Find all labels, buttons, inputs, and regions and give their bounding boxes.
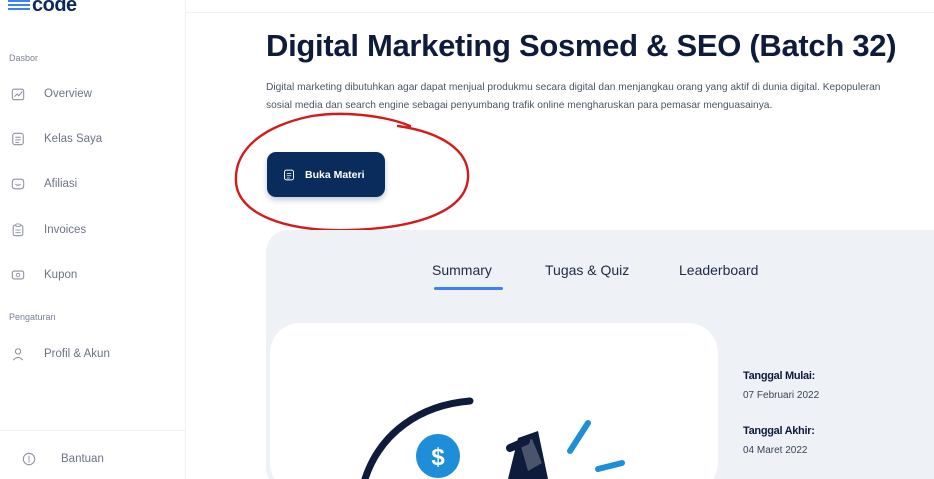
section-label-pengaturan: Pengaturan: [9, 312, 56, 322]
sidebar-item-label: Kelas Saya: [44, 133, 103, 145]
sidebar-item-kupon[interactable]: Kupon: [0, 260, 185, 290]
app-logo[interactable]: code: [8, 0, 77, 17]
header-divider: [186, 12, 934, 13]
end-date-label: Tanggal Akhir:: [743, 425, 815, 437]
button-label: Buka Materi: [305, 168, 365, 181]
sidebar-item-afiliasi[interactable]: Afiliasi: [0, 169, 185, 199]
marketing-megaphone-illustration: $: [361, 397, 625, 479]
end-date-value: 04 Maret 2022: [743, 445, 808, 456]
start-date-label: Tanggal Mulai:: [743, 370, 815, 382]
sidebar-divider: [0, 430, 185, 431]
sidebar-item-invoices[interactable]: Invoices: [0, 215, 185, 245]
section-label-dasbor: Dasbor: [9, 53, 39, 63]
sidebar-item-kelas-saya[interactable]: Kelas Saya: [0, 124, 185, 154]
sidebar-item-label: Invoices: [44, 224, 87, 236]
sidebar-item-profil-akun[interactable]: Profil & Akun: [0, 339, 185, 369]
user-icon: [12, 348, 24, 361]
course-description: Digital marketing dibutuhkan agar dapat …: [266, 82, 881, 111]
clipboard-icon: [12, 223, 24, 237]
sidebar-item-label: Afiliasi: [44, 178, 78, 190]
sidebar-item-label: Kupon: [44, 269, 78, 281]
summary-card: $: [270, 323, 718, 479]
sidebar-item-label: Bantuan: [61, 453, 104, 465]
coupon-icon: [11, 270, 25, 280]
help-icon: [22, 452, 36, 466]
affiliate-icon: [11, 178, 25, 190]
buka-materi-button[interactable]: Buka Materi: [267, 152, 385, 197]
sidebar-item-label: Profil & Akun: [44, 348, 110, 360]
tab-summary[interactable]: Summary: [432, 262, 492, 278]
sidebar-item-label: Overview: [44, 88, 92, 100]
document-icon: [12, 132, 24, 146]
page-title: Digital Marketing Sosmed & SEO (Batch 32…: [266, 28, 897, 63]
sidebar-item-bantuan[interactable]: Bantuan: [0, 444, 185, 474]
active-tab-indicator: [434, 287, 503, 290]
tab-tugas-quiz[interactable]: Tugas & Quiz: [545, 262, 629, 278]
tab-leaderboard[interactable]: Leaderboard: [679, 262, 758, 278]
chart-icon: [11, 88, 25, 101]
document-icon: [284, 169, 294, 180]
start-date-value: 07 Februari 2022: [743, 390, 820, 401]
sidebar-item-overview[interactable]: Overview: [0, 79, 185, 109]
sidebar: code Dasbor Overview Kelas Saya Afiliasi…: [0, 0, 186, 479]
logo-mark-icon: [8, 0, 30, 12]
svg-text:$: $: [431, 444, 445, 471]
